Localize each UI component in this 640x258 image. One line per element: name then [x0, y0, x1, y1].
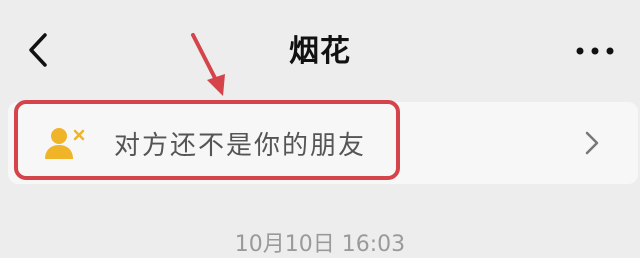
header-bar: 烟花	[0, 0, 640, 100]
chevron-right-icon	[585, 131, 599, 155]
page-title: 烟花	[289, 34, 351, 69]
annotation-highlight-box	[14, 100, 400, 180]
more-button[interactable]	[570, 36, 620, 66]
message-timestamp: 10月10日 16:03	[234, 232, 406, 257]
more-dots-icon	[576, 47, 614, 55]
annotation-arrow-icon	[191, 33, 225, 96]
